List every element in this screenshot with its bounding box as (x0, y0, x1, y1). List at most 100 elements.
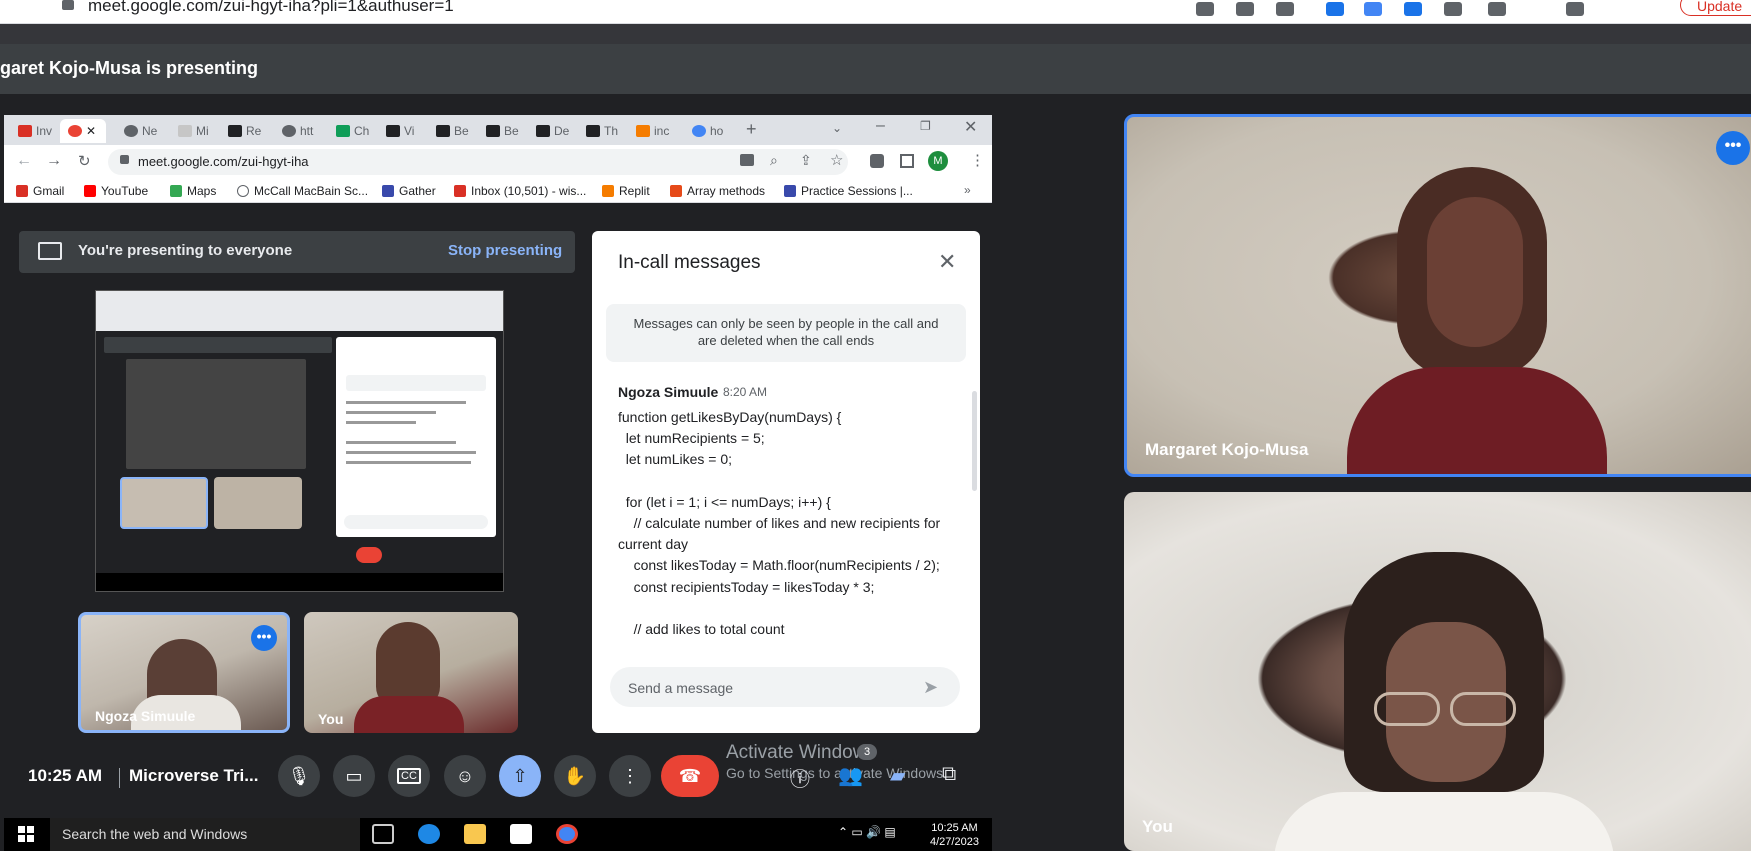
mic-button[interactable]: 🎙 (278, 755, 320, 797)
zoom-icon[interactable]: ⌕ (770, 152, 778, 169)
url-text[interactable]: meet.google.com/zui-hgyt-iha (138, 154, 309, 169)
task-view-icon[interactable] (372, 824, 394, 844)
scrollbar[interactable] (972, 391, 977, 491)
profile-avatar[interactable]: M (928, 151, 948, 171)
chat-icon[interactable]: ▰ (890, 763, 905, 788)
send-icon[interactable]: ➤ (923, 677, 938, 698)
microverse-icon (486, 125, 500, 137)
browser-tab[interactable]: htt (274, 119, 313, 143)
browser-tab[interactable]: inc (628, 119, 669, 143)
github-icon (282, 125, 296, 137)
maps-icon (170, 185, 182, 197)
edge-icon[interactable] (418, 824, 440, 844)
star-icon[interactable]: ☆ (830, 151, 843, 169)
browser-tab-active[interactable]: ✕ (60, 119, 106, 143)
stop-presenting-button[interactable]: Stop presenting (448, 242, 562, 259)
windows-start-icon[interactable] (18, 826, 34, 842)
participant-tile-you[interactable]: You (304, 612, 518, 733)
chevron-down-icon[interactable]: ⌄ (832, 121, 842, 135)
browser-tab[interactable]: Ne (116, 119, 157, 143)
extensions-icon[interactable] (870, 154, 884, 168)
close-icon[interactable]: ✕ (938, 249, 956, 275)
info-icon[interactable]: ⓘ (790, 763, 810, 792)
restore-icon[interactable]: ❐ (920, 119, 931, 133)
minimize-icon[interactable]: – (876, 117, 885, 135)
divider (119, 768, 120, 788)
leave-call-button[interactable]: ☎ (661, 755, 719, 797)
participant-name: Ngoza Simuule (95, 708, 196, 724)
replit-icon (602, 185, 614, 197)
new-tab-icon[interactable]: + (746, 119, 757, 140)
bookmark-array-methods[interactable]: Array methods (670, 184, 765, 198)
more-options-button[interactable]: ⋮ (609, 755, 651, 797)
captions-button[interactable]: CC (388, 755, 430, 797)
browser-tab[interactable]: Ch (328, 119, 369, 143)
browser-tab[interactable]: Mi (170, 119, 209, 143)
taskbar-clock[interactable]: 10:25 AM 4/27/2023 (930, 821, 979, 849)
message-input-placeholder: Send a message (628, 680, 734, 696)
browser-tab[interactable]: Re (220, 119, 261, 143)
file-explorer-icon[interactable] (464, 824, 486, 844)
side-panel-icon[interactable] (1566, 2, 1584, 16)
sheets-icon (336, 125, 350, 137)
bookmark-gmail[interactable]: Gmail (16, 184, 64, 198)
star-icon[interactable] (1276, 2, 1294, 16)
forward-icon[interactable]: → (46, 152, 62, 170)
people-icon[interactable]: 👥 (838, 763, 863, 788)
hand-icon: ✋ (563, 765, 587, 786)
present-screen-icon (38, 242, 62, 260)
presenting-text: You're presenting to everyone (78, 242, 293, 259)
more-bookmarks-icon[interactable]: » (964, 183, 971, 197)
back-icon[interactable]: ← (16, 152, 32, 170)
share-icon[interactable]: ⇪ (800, 152, 812, 169)
present-button[interactable]: ⇧ (499, 755, 541, 797)
activate-windows-watermark: Activate Windows (726, 742, 876, 763)
browser-tab[interactable]: Th (578, 119, 618, 143)
extension-icon[interactable] (1444, 2, 1462, 16)
update-button[interactable]: Update (1680, 0, 1751, 16)
browser-tab[interactable]: De (528, 119, 569, 143)
outer-url-text[interactable]: meet.google.com/zui-hgyt-iha?pli=1&authu… (88, 0, 454, 16)
side-panel-icon[interactable] (900, 154, 914, 168)
extension-icon[interactable] (1326, 2, 1344, 16)
message-sender: Ngoza Simuule (618, 384, 719, 400)
activities-icon[interactable]: ⧉ (942, 763, 956, 786)
gmail-icon (18, 125, 32, 137)
participant-tile-margaret[interactable]: Margaret Kojo-Musa (1124, 114, 1751, 477)
participant-tile-you-large[interactable]: You (1124, 492, 1751, 851)
browser-tab[interactable]: Be (478, 119, 519, 143)
bookmark-maps[interactable]: Maps (170, 184, 216, 198)
bookmark-mccall[interactable]: McCall MacBain Sc... (237, 184, 368, 198)
store-icon[interactable] (510, 824, 532, 844)
reactions-button[interactable]: ☺ (444, 755, 486, 797)
share-icon[interactable] (1236, 2, 1254, 16)
raise-hand-button[interactable]: ✋ (554, 755, 596, 797)
participant-tile-ngoza[interactable]: ••• Ngoza Simuule (78, 612, 290, 733)
emoji-icon: ☺ (455, 765, 475, 786)
bookmark-inbox[interactable]: Inbox (10,501) - wis... (454, 184, 586, 198)
bookmark-practice[interactable]: Practice Sessions |... (784, 184, 913, 198)
system-tray-icons[interactable]: ⌃ ▭ 🔊 ▤ (838, 825, 896, 839)
page-icon (178, 125, 192, 137)
more-options-icon[interactable]: ••• (1716, 131, 1750, 165)
more-options-icon[interactable]: ••• (251, 625, 277, 651)
camera-icon[interactable] (740, 154, 754, 166)
meeting-clock: 10:25 AM (28, 766, 103, 785)
close-window-icon[interactable]: ✕ (964, 117, 977, 137)
bookmark-gather[interactable]: Gather (382, 184, 436, 198)
extension-icon[interactable] (1364, 2, 1382, 16)
chrome-icon[interactable] (556, 824, 578, 844)
reload-icon[interactable]: ↻ (78, 152, 91, 170)
browser-tab[interactable]: ho (684, 119, 723, 143)
menu-icon[interactable]: ⋮ (970, 151, 985, 169)
bookmark-replit[interactable]: Replit (602, 184, 650, 198)
browser-tab[interactable]: Inv (10, 119, 52, 143)
extensions-puzzle-icon[interactable] (1488, 2, 1506, 16)
extension-icon[interactable] (1404, 2, 1422, 16)
browser-tab[interactable]: Vi (378, 119, 416, 143)
browser-tab[interactable]: Be (428, 119, 469, 143)
camera-button[interactable]: ▭ (333, 755, 375, 797)
bookmark-youtube[interactable]: YouTube (84, 184, 148, 198)
camera-icon[interactable] (1196, 2, 1214, 16)
gmail-icon (16, 185, 28, 197)
